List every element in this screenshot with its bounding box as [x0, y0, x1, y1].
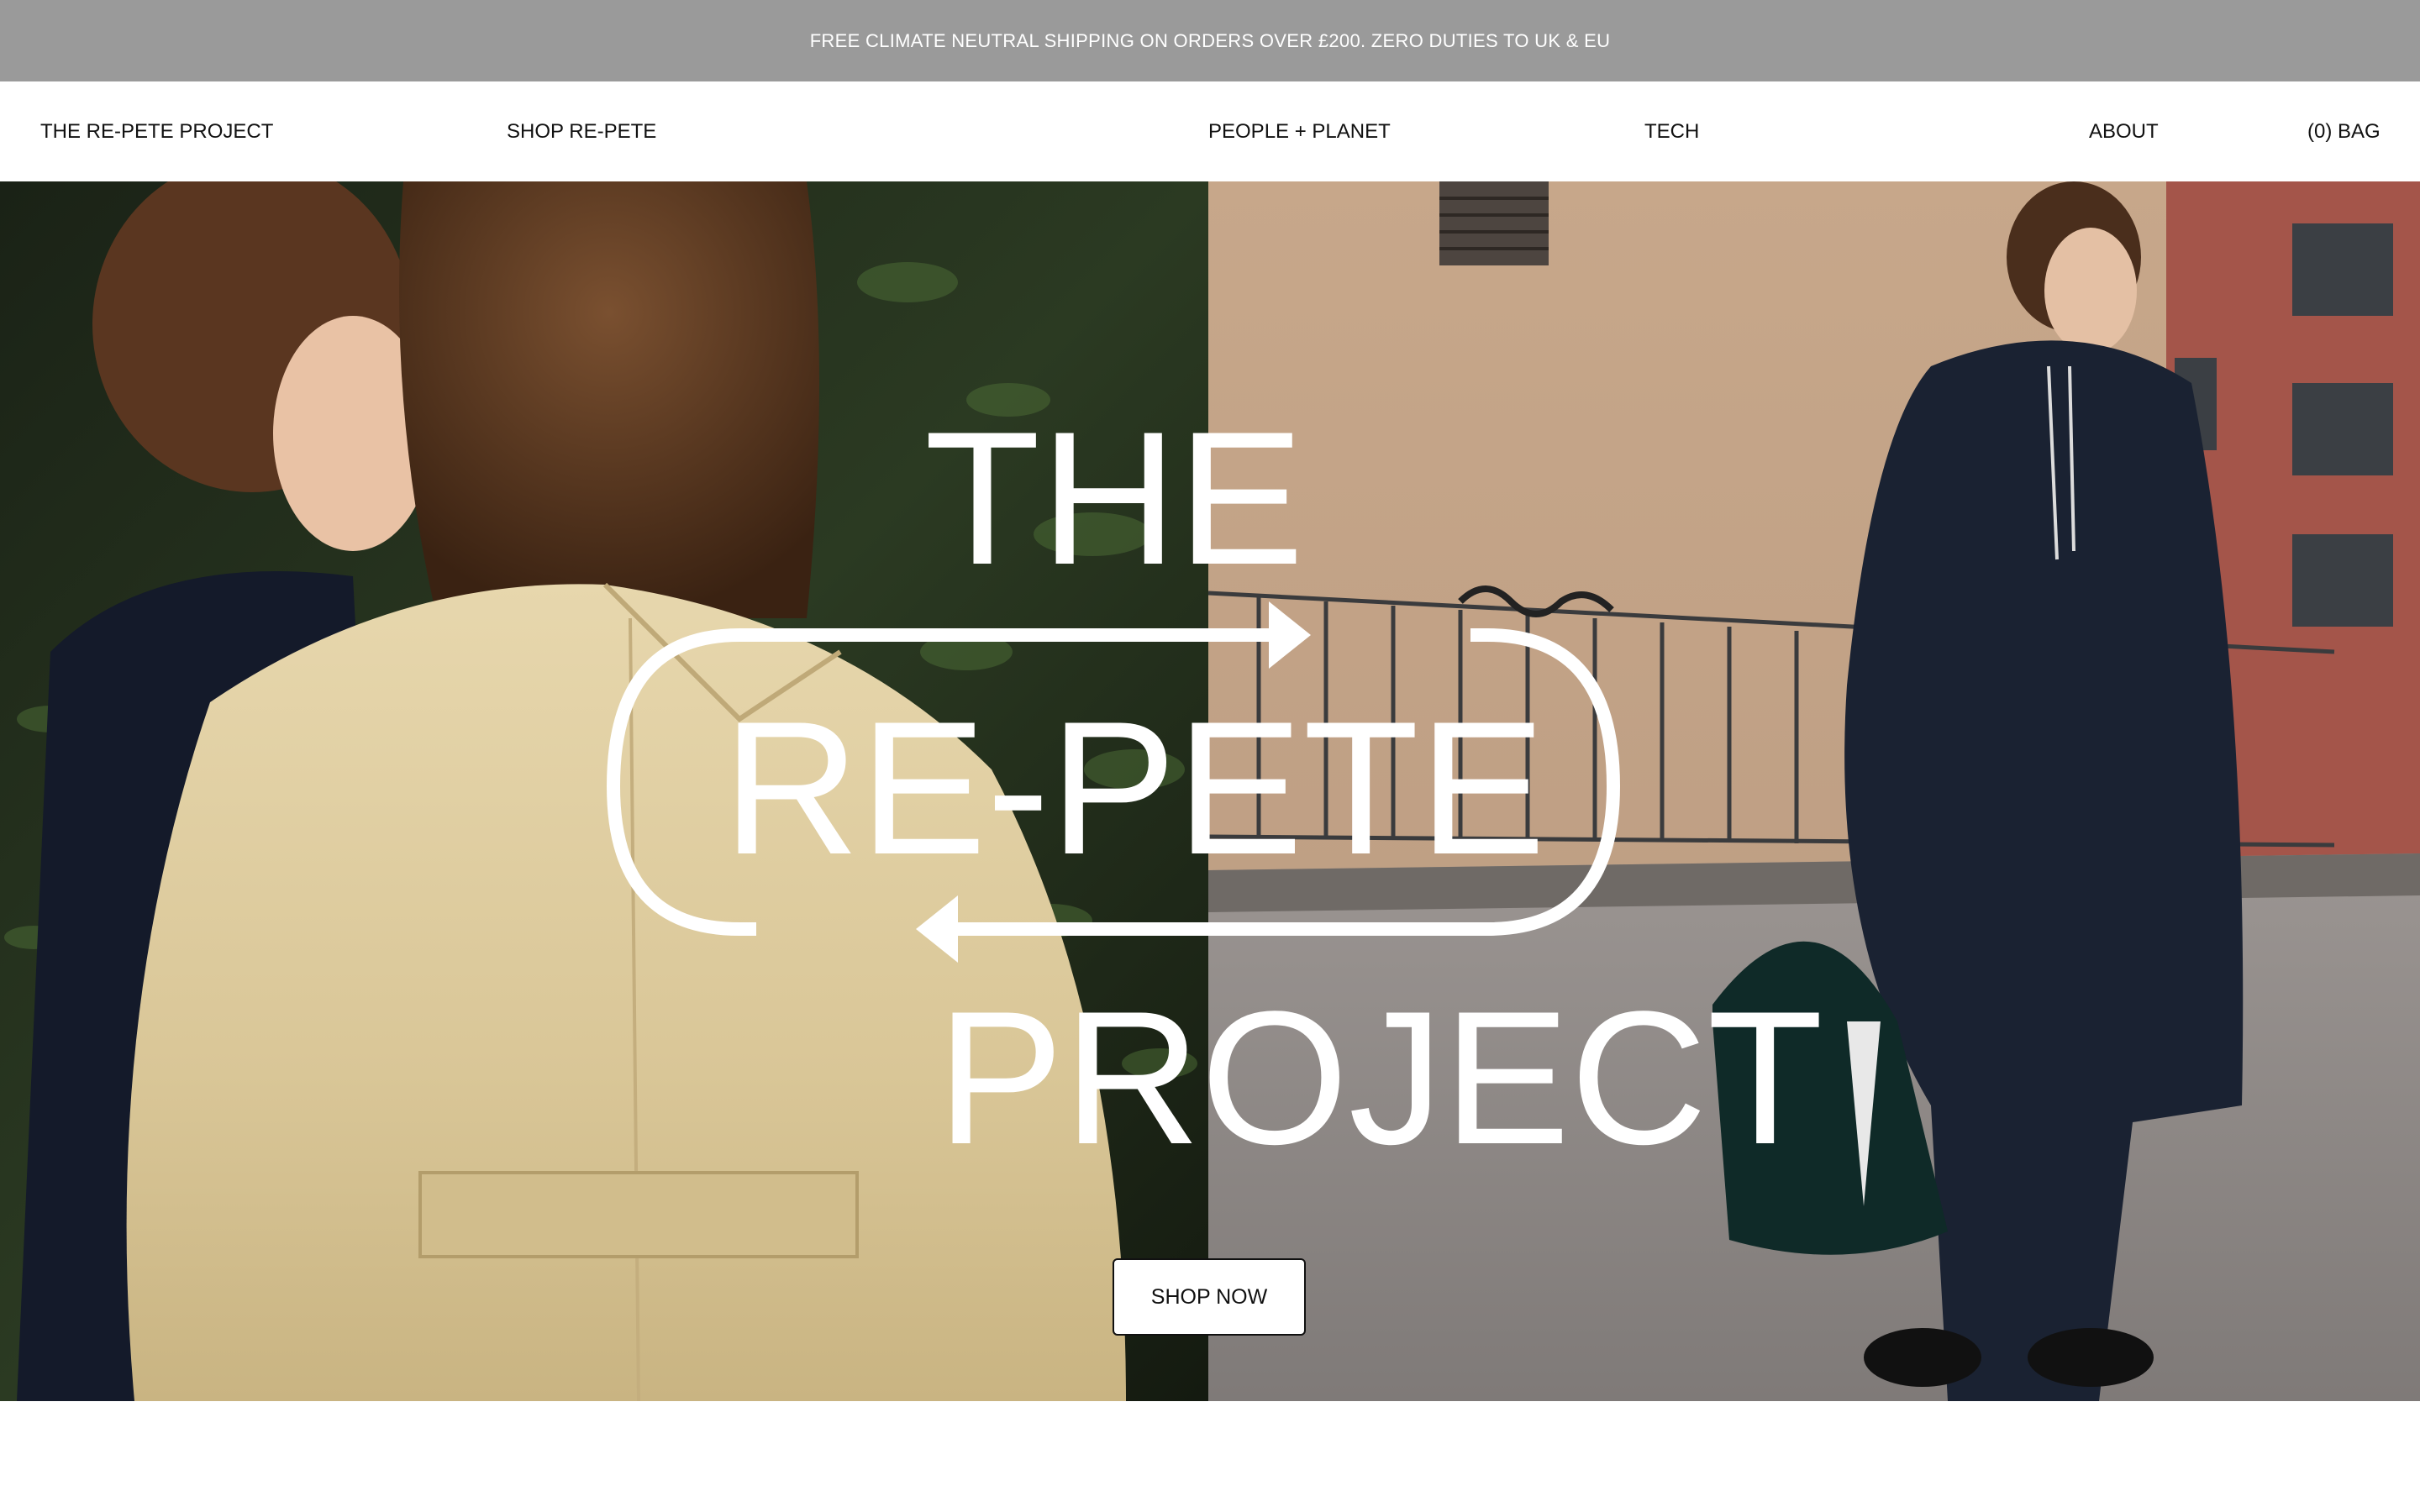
- brand-link[interactable]: THE RE-PETE PROJECT: [40, 81, 273, 181]
- nav-item-tech[interactable]: TECH: [1644, 81, 1699, 181]
- arrow-right-icon: [1269, 601, 1311, 669]
- arrow-left-icon: [916, 895, 958, 963]
- shop-now-button[interactable]: SHOP NOW: [1113, 1258, 1306, 1336]
- announcement-bar: FREE CLIMATE NEUTRAL SHIPPING ON ORDERS …: [0, 0, 2420, 81]
- nav-item-people-planet[interactable]: PEOPLE + PLANET: [1208, 81, 1391, 181]
- logo-line-the: THE: [924, 391, 1304, 604]
- announcement-text: FREE CLIMATE NEUTRAL SHIPPING ON ORDERS …: [809, 29, 1611, 51]
- logo-line-project: PROJECT: [937, 971, 1823, 1184]
- nav-item-about[interactable]: ABOUT: [2089, 81, 2159, 181]
- main-nav: THE RE-PETE PROJECT SHOP RE-PETE PEOPLE …: [0, 81, 2420, 181]
- logo-line-re-pete: RE-PETE: [723, 681, 1545, 894]
- re-pete-project-logo: THE RE-PETE PROJECT: [606, 391, 1823, 1184]
- hero-banner: THE RE-PETE PROJECT: [0, 181, 2420, 1401]
- bag-link[interactable]: (0) BAG: [2307, 81, 2381, 181]
- nav-item-shop-re-pete[interactable]: SHOP RE-PETE: [507, 81, 656, 181]
